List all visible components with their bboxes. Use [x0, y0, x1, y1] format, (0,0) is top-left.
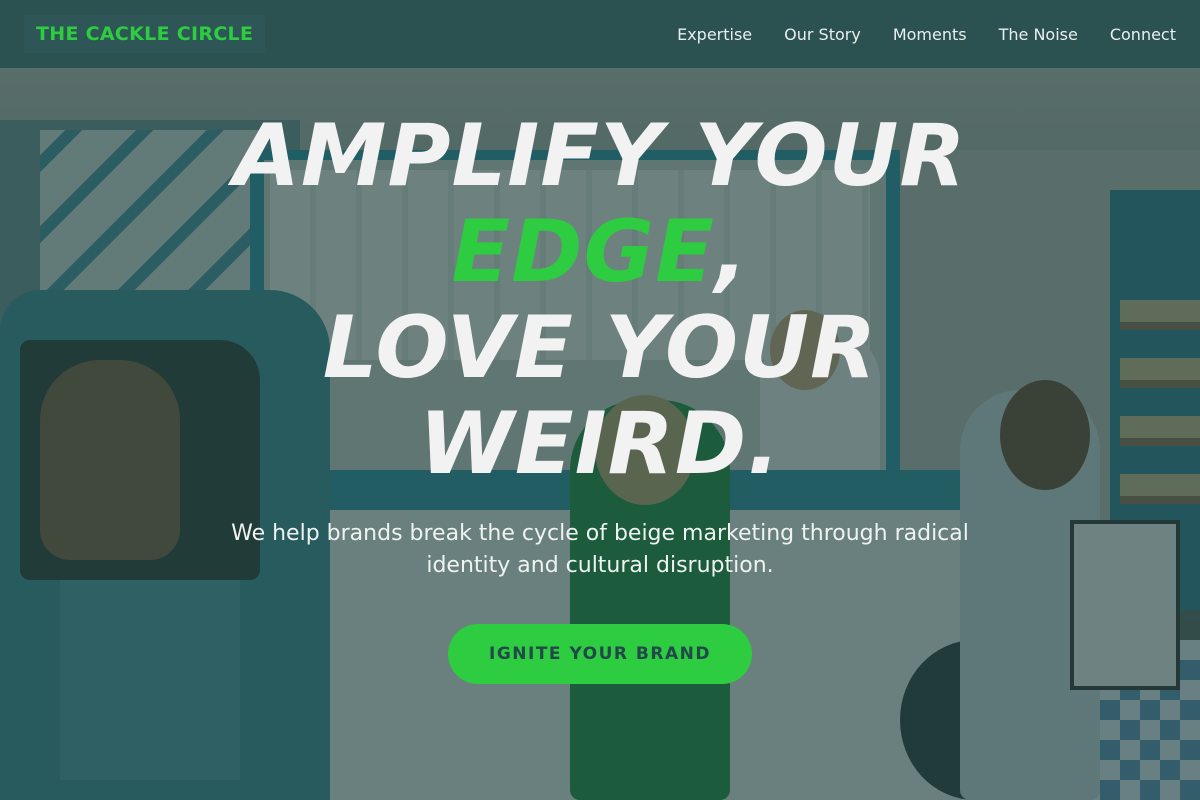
nav-link-expertise[interactable]: Expertise: [677, 25, 752, 44]
hero-subtitle: We help brands break the cycle of beige …: [231, 521, 969, 578]
nav-link-moments[interactable]: Moments: [893, 25, 967, 44]
headline-accent-word: EDGE: [451, 202, 715, 302]
headline-line-1: AMPLIFY YOUR: [233, 106, 967, 206]
nav-links: Expertise Our Story Moments The Noise Co…: [677, 25, 1176, 44]
nav-link-the-noise[interactable]: The Noise: [999, 25, 1078, 44]
hero-headline: AMPLIFY YOUR EDGE, LOVE YOUR WEIRD.: [0, 108, 1200, 492]
headline-line-4: WEIRD.: [419, 394, 781, 494]
nav-link-connect[interactable]: Connect: [1110, 25, 1176, 44]
hero-section: AMPLIFY YOUR EDGE, LOVE YOUR WEIRD. We h…: [0, 108, 1200, 684]
ignite-brand-button[interactable]: IGNITE YOUR BRAND: [448, 624, 752, 684]
navbar: THE CACKLE CIRCLE Expertise Our Story Mo…: [0, 0, 1200, 68]
brand-logo[interactable]: THE CACKLE CIRCLE: [24, 15, 266, 53]
nav-link-our-story[interactable]: Our Story: [784, 25, 861, 44]
headline-comma: ,: [714, 202, 749, 302]
headline-line-3: LOVE YOUR: [322, 298, 878, 398]
